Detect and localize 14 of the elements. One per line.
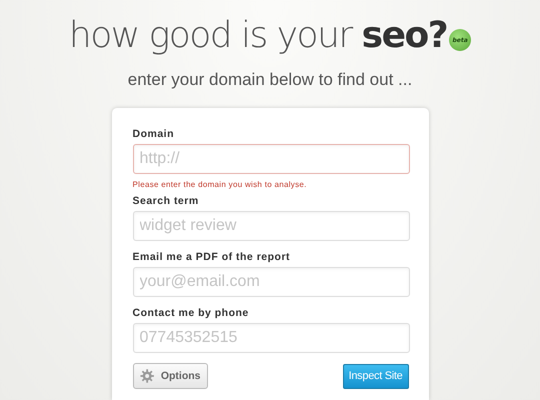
field-label: Contact me by phone — [132, 307, 250, 319]
gear-icon — [140, 368, 154, 384]
inspect-site-button[interactable]: Inspect Site — [342, 364, 408, 388]
options-button[interactable]: Options — [132, 363, 208, 389]
page-title: how good is your seo? — [68, 14, 448, 58]
field-label: Email me a PDF of the report — [132, 251, 292, 263]
error-message: Please enter the domain you wish to analyse. — [132, 180, 308, 189]
input-field[interactable]: widget review — [132, 211, 410, 241]
input-field[interactable]: http:// — [132, 144, 410, 174]
field-label: Domain — [132, 128, 176, 140]
subtitle: enter your domain below to find out ... — [128, 70, 412, 90]
input-field[interactable]: your@email.com — [132, 267, 410, 297]
input-field[interactable]: 07745352515 — [132, 323, 410, 353]
field-label: Search term — [132, 195, 200, 207]
